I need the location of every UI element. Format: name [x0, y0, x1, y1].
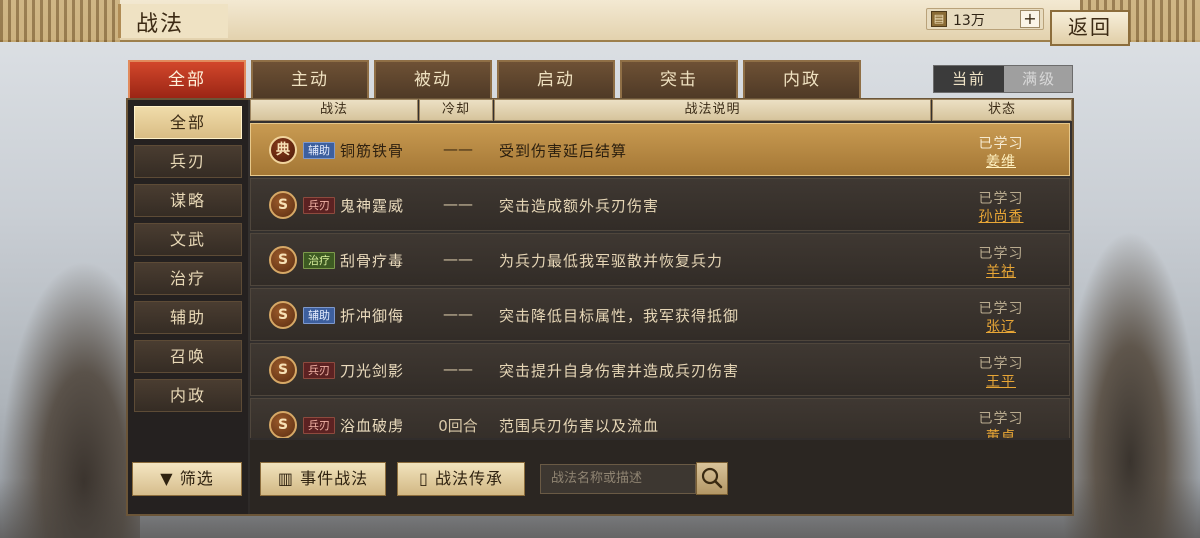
header-description: 战法说明 — [494, 99, 931, 121]
tactic-name: 刮骨疗毒 — [340, 252, 405, 270]
table-row[interactable]: S 兵刃 刀光剑影 —— 突击提升自身伤害并造成兵刃伤害 已学习 王平 — [250, 343, 1070, 396]
tab-passive[interactable]: 被动 — [374, 60, 492, 98]
book-icon: ▯ — [419, 469, 429, 488]
tactic-grade-badge: S — [269, 356, 297, 384]
tactic-cooldown: —— — [443, 140, 473, 158]
tactic-description: 受到伤害延后结算 — [499, 142, 628, 160]
tactic-inherit-button[interactable]: ▯ 战法传承 — [397, 462, 525, 496]
add-currency-button[interactable]: + — [1020, 10, 1040, 28]
level-toggle: 当前 满级 — [933, 65, 1073, 93]
left-ornament — [0, 0, 120, 42]
tactic-owner-link[interactable]: 孙尚香 — [951, 206, 1051, 226]
bottom-toolbar: ▥ 事件战法 ▯ 战法传承 战法名称或描述 — [250, 440, 1072, 514]
bars-icon: ▥ — [277, 469, 294, 488]
filter-button[interactable]: ▼ 筛选 — [132, 462, 242, 496]
event-tactics-button[interactable]: ▥ 事件战法 — [260, 462, 386, 496]
tactic-description: 范围兵刃伤害以及流血 — [499, 417, 660, 435]
page-title: 战法 — [136, 12, 185, 37]
tactic-type-tag: 辅助 — [303, 142, 335, 159]
sidebar-item-heal[interactable]: 治疗 — [134, 262, 242, 295]
search-input[interactable]: 战法名称或描述 — [540, 464, 696, 494]
tactic-name: 折冲御侮 — [340, 307, 405, 325]
tactic-state: 已学习 — [978, 411, 1024, 427]
tactic-name: 浴血破虏 — [340, 417, 405, 435]
tactic-owner-link[interactable]: 姜维 — [951, 151, 1051, 171]
currency-display: ▤ 13万 + — [926, 8, 1044, 30]
sidebar-item-domestic[interactable]: 内政 — [134, 379, 242, 412]
header-status: 状态 — [932, 99, 1072, 121]
sidebar-item-hybrid[interactable]: 文武 — [134, 223, 242, 256]
table-row[interactable]: S 兵刃 鬼神霆威 —— 突击造成额外兵刃伤害 已学习 孙尚香 — [250, 178, 1070, 231]
tactic-state: 已学习 — [978, 301, 1024, 317]
tactic-type-tag: 兵刃 — [303, 197, 335, 214]
sidebar-item-all[interactable]: 全部 — [134, 106, 242, 139]
tactic-cooldown: —— — [443, 360, 473, 378]
tactic-grade-badge: S — [269, 411, 297, 438]
tactic-state: 已学习 — [978, 246, 1024, 262]
tactic-cooldown: 0回合 — [438, 417, 478, 435]
tactic-cooldown: —— — [443, 195, 473, 213]
tactic-grade-badge: S — [269, 301, 297, 329]
tactic-type-tag: 兵刃 — [303, 417, 335, 434]
tab-assault[interactable]: 突击 — [620, 60, 738, 98]
currency-value: 13万 — [953, 13, 985, 29]
tactic-description: 为兵力最低我军驱散并恢复兵力 — [499, 252, 724, 270]
tactic-cooldown: —— — [443, 250, 473, 268]
category-sidebar: 全部 兵刃 谋略 文武 治疗 辅助 召唤 内政 ▼ 筛选 — [128, 100, 248, 514]
tactic-owner-link[interactable]: 王平 — [951, 371, 1051, 391]
tactic-owner-link[interactable]: 羊祜 — [951, 261, 1051, 281]
tactic-state: 已学习 — [978, 136, 1024, 152]
event-tactics-label: 事件战法 — [300, 469, 369, 488]
tactic-grade-badge: S — [269, 191, 297, 219]
header-cooldown: 冷却 — [419, 99, 493, 121]
tactic-name: 鬼神霆威 — [340, 197, 405, 215]
search-button[interactable] — [696, 462, 728, 495]
tactic-grade-badge: S — [269, 246, 297, 274]
tab-launch[interactable]: 启动 — [497, 60, 615, 98]
filter-label: 筛选 — [179, 469, 214, 488]
back-button[interactable]: 返回 — [1050, 10, 1130, 46]
table-row[interactable]: S 治疗 刮骨疗毒 —— 为兵力最低我军驱散并恢复兵力 已学习 羊祜 — [250, 233, 1070, 286]
table-row[interactable]: S 辅助 折冲御侮 —— 突击降低目标属性，我军获得抵御 已学习 张辽 — [250, 288, 1070, 341]
tactics-list: 典 辅助 铜筋铁骨 —— 受到伤害延后结算 已学习 姜维 S 兵刃 鬼神霆威 —… — [250, 122, 1070, 438]
tactic-type-tag: 治疗 — [303, 252, 335, 269]
tactic-type-tag: 辅助 — [303, 307, 335, 324]
tactic-type-tag: 兵刃 — [303, 362, 335, 379]
sidebar-item-strategy[interactable]: 谋略 — [134, 184, 242, 217]
tactic-cooldown: —— — [443, 305, 473, 323]
tactic-description: 突击降低目标属性，我军获得抵御 — [499, 307, 740, 325]
tactic-name: 刀光剑影 — [340, 362, 405, 380]
tab-domestic[interactable]: 内政 — [743, 60, 861, 98]
sidebar-item-blade[interactable]: 兵刃 — [134, 145, 242, 178]
tactic-description: 突击造成额外兵刃伤害 — [499, 197, 660, 215]
sidebar-item-support[interactable]: 辅助 — [134, 301, 242, 334]
tactic-inherit-label: 战法传承 — [434, 469, 503, 488]
toggle-current[interactable]: 当前 — [934, 66, 1004, 92]
tab-all[interactable]: 全部 — [128, 60, 246, 98]
tactic-owner-link[interactable]: 张辽 — [951, 316, 1051, 336]
funnel-icon: ▼ — [160, 469, 174, 488]
tactic-owner-link[interactable]: 董卓 — [951, 426, 1051, 438]
tactic-description: 突击提升自身伤害并造成兵刃伤害 — [499, 362, 740, 380]
tactic-state: 已学习 — [978, 356, 1024, 372]
sidebar-item-summon[interactable]: 召唤 — [134, 340, 242, 373]
header-tactic: 战法 — [250, 99, 418, 121]
tactic-state: 已学习 — [978, 191, 1024, 207]
table-row[interactable]: 典 辅助 铜筋铁骨 —— 受到伤害延后结算 已学习 姜维 — [250, 123, 1070, 176]
toggle-max-level[interactable]: 满级 — [1004, 66, 1074, 92]
scroll-icon: ▤ — [931, 11, 947, 27]
tactic-name: 铜筋铁骨 — [340, 142, 405, 160]
search-icon — [701, 467, 723, 489]
table-row[interactable]: S 兵刃 浴血破虏 0回合 范围兵刃伤害以及流血 已学习 董卓 — [250, 398, 1070, 438]
tactic-grade-badge: 典 — [269, 136, 297, 164]
tab-active[interactable]: 主动 — [251, 60, 369, 98]
